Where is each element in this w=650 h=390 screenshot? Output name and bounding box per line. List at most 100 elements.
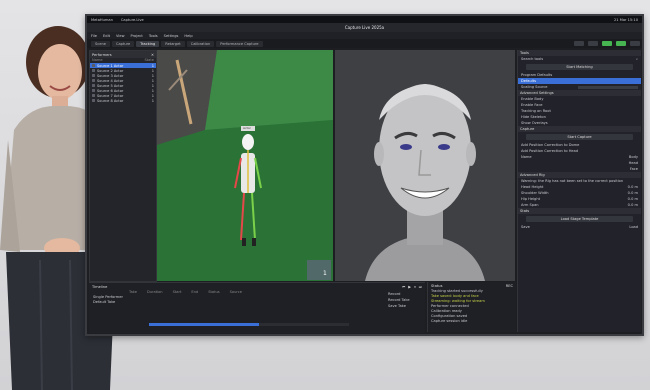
system-time: 21 Mar 15:10 bbox=[614, 17, 638, 22]
menu-bar: File Edit View Project Tools Settings He… bbox=[87, 32, 642, 39]
search-icon[interactable]: ⌕ bbox=[636, 56, 638, 62]
checkbox[interactable] bbox=[92, 79, 95, 82]
col-duration[interactable]: Duration bbox=[147, 290, 163, 295]
checkbox[interactable] bbox=[92, 94, 95, 97]
col-status[interactable]: Status bbox=[208, 290, 219, 295]
app-title: Capture Live 2025a bbox=[87, 23, 642, 32]
toolbar-icon-button[interactable] bbox=[588, 41, 598, 46]
name-value: Face bbox=[629, 167, 638, 171]
system-file[interactable]: Capture.Live bbox=[121, 18, 144, 22]
item-state: 1 bbox=[151, 63, 154, 68]
search-input[interactable]: Search tools bbox=[521, 56, 543, 62]
panel-header: Performers ✕ bbox=[90, 51, 156, 58]
load-button[interactable]: Load bbox=[629, 224, 638, 230]
checkbox[interactable] bbox=[92, 89, 95, 92]
frame-badge: 1 bbox=[323, 270, 327, 277]
menu-tools[interactable]: Tools bbox=[149, 34, 158, 38]
item-label: Source 7 Actor bbox=[97, 93, 124, 98]
list-item[interactable]: Source 8 Actor 1 bbox=[90, 98, 156, 103]
tab-tracking[interactable]: Tracking bbox=[136, 40, 160, 47]
performers-panel: Performers ✕ Name State Source 1 Actor 1 … bbox=[89, 50, 157, 282]
item-label: Source 4 Actor bbox=[97, 78, 124, 83]
item-label: Source 3 Actor bbox=[97, 73, 124, 78]
start-matching-button[interactable]: Start Matching bbox=[526, 64, 633, 70]
play-icon[interactable]: ▶ bbox=[408, 285, 411, 289]
timeline-panel: Timeline ⏮ ▶ ⏸ ⏭ Take Duration Start End… bbox=[89, 282, 425, 333]
side-button-label: Save Take bbox=[388, 304, 406, 308]
timeline-header: Timeline ⏮ ▶ ⏸ ⏭ bbox=[89, 283, 425, 290]
timeline-title: Timeline bbox=[92, 284, 108, 289]
item-state: 1 bbox=[151, 98, 154, 103]
item-state: 1 bbox=[151, 93, 154, 98]
log-line: Capture session idle bbox=[431, 319, 468, 323]
menu-file[interactable]: File bbox=[91, 34, 97, 38]
tab-bar: Scene Capture Tracking Retarget Calibrat… bbox=[87, 39, 642, 48]
item-label: Source 5 Actor bbox=[97, 83, 124, 88]
save-button[interactable]: Save bbox=[521, 224, 530, 230]
item-state: 1 bbox=[151, 83, 154, 88]
toolbar-icon-button[interactable] bbox=[630, 41, 640, 46]
avatar-viewport[interactable] bbox=[335, 50, 515, 281]
timeline-progress-fill bbox=[149, 323, 259, 326]
checkbox[interactable] bbox=[92, 84, 95, 87]
checkbox[interactable] bbox=[92, 74, 95, 77]
row-label: Default Take bbox=[93, 300, 116, 304]
footer-row: Save Load bbox=[518, 224, 641, 230]
system-menu[interactable]: MetaHuman bbox=[91, 18, 113, 22]
tab-calibration[interactable]: Calibration bbox=[186, 40, 215, 47]
stats-header[interactable]: Stats bbox=[518, 208, 641, 214]
skip-back-icon[interactable]: ⏮ bbox=[402, 285, 405, 289]
skip-forward-icon[interactable]: ⏭ bbox=[419, 285, 422, 289]
camera-feed-image bbox=[157, 50, 333, 281]
toolbar-icon-button[interactable] bbox=[574, 41, 584, 46]
start-capture-button[interactable]: Start Capture bbox=[526, 134, 633, 140]
load-template-button[interactable]: Load Stage Template bbox=[526, 216, 633, 222]
search-row[interactable]: Search tools ⌕ bbox=[518, 56, 641, 62]
item-label: Source 1 Actor bbox=[97, 63, 124, 68]
menu-edit[interactable]: Edit bbox=[103, 34, 110, 38]
checkbox[interactable] bbox=[92, 64, 95, 67]
camera-viewport[interactable]: Actor 1 bbox=[157, 50, 333, 281]
display-screen: MetaHuman Capture.Live 21 Mar 15:10 Capt… bbox=[85, 14, 644, 336]
metahuman-head-render bbox=[335, 50, 515, 281]
tools-panel: Tools Search tools ⌕ Start Matching Progr… bbox=[517, 50, 641, 332]
col-state[interactable]: State bbox=[144, 58, 154, 63]
record-button[interactable] bbox=[602, 41, 612, 46]
status-panel: Status REC Tracking started successfully… bbox=[427, 282, 516, 332]
live-button[interactable] bbox=[616, 41, 626, 46]
col-source[interactable]: Source bbox=[230, 290, 242, 295]
close-icon[interactable]: ✕ bbox=[151, 53, 154, 57]
side-button[interactable]: Save Take bbox=[385, 303, 423, 309]
col-end[interactable]: End bbox=[191, 290, 198, 295]
item-label: Source 8 Actor bbox=[97, 98, 124, 103]
timeline-progress[interactable] bbox=[149, 323, 349, 326]
col-name[interactable]: Name bbox=[92, 58, 103, 63]
panel-title: Performers bbox=[92, 52, 112, 57]
scaling-dropdown[interactable] bbox=[578, 85, 638, 89]
checkbox[interactable] bbox=[92, 99, 95, 102]
camera-tag: Actor bbox=[243, 126, 251, 130]
item-state: 1 bbox=[151, 68, 154, 73]
tab-performance[interactable]: Performance Capture bbox=[216, 40, 263, 47]
col-take[interactable]: Take bbox=[129, 290, 137, 295]
menu-project[interactable]: Project bbox=[131, 34, 143, 38]
menu-settings[interactable]: Settings bbox=[164, 34, 179, 38]
pause-icon[interactable]: ⏸ bbox=[414, 285, 416, 289]
status-title: Status bbox=[431, 283, 443, 288]
rec-badge[interactable]: REC bbox=[506, 284, 513, 288]
tab-retarget[interactable]: Retarget bbox=[161, 40, 185, 47]
field-value[interactable]: 0.0 m bbox=[628, 202, 638, 208]
item-state: 1 bbox=[151, 78, 154, 83]
tab-scene[interactable]: Scene bbox=[91, 40, 110, 47]
menu-view[interactable]: View bbox=[116, 34, 125, 38]
system-bar: MetaHuman Capture.Live 21 Mar 15:10 bbox=[87, 16, 642, 23]
menu-help[interactable]: Help bbox=[184, 34, 192, 38]
item-state: 1 bbox=[151, 73, 154, 78]
item-state: 1 bbox=[151, 88, 154, 93]
checkbox[interactable] bbox=[92, 69, 95, 72]
capture-header[interactable]: Capture bbox=[518, 126, 641, 132]
table-row[interactable]: Default Take bbox=[89, 300, 425, 305]
tab-capture[interactable]: Capture bbox=[111, 40, 135, 47]
col-start[interactable]: Start bbox=[173, 290, 182, 295]
item-label: Source 2 Actor bbox=[97, 68, 124, 73]
